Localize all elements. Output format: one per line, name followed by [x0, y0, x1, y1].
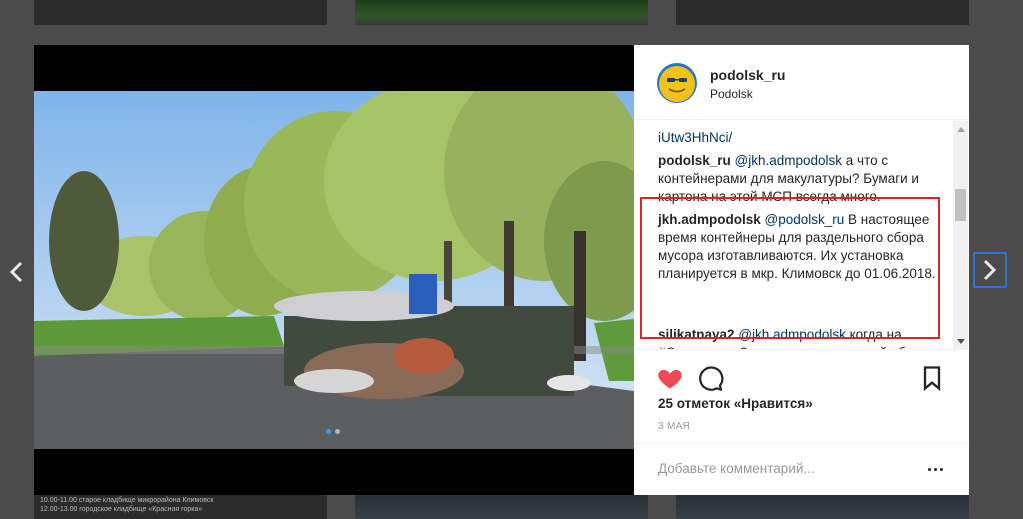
- scroll-up-icon[interactable]: [957, 127, 965, 132]
- comment-button[interactable]: [696, 364, 724, 392]
- comment: podolsk_ru @jkh.admpodolsk а что с конте…: [658, 152, 948, 206]
- comment-icon: [699, 366, 724, 391]
- heart-icon: [658, 369, 682, 389]
- comments-scrollbar[interactable]: [953, 121, 968, 349]
- previous-post-button[interactable]: [1, 255, 31, 289]
- comment-mention[interactable]: @podolsk_ru: [765, 212, 845, 227]
- chevron-right-icon: [983, 259, 997, 281]
- comment-link[interactable]: iUtw3HhNci/: [658, 130, 732, 145]
- carousel-indicator: [326, 429, 340, 434]
- post-username[interactable]: podolsk_ru: [710, 67, 785, 83]
- comment-username[interactable]: jkh.admpodolsk: [658, 212, 761, 227]
- caption-line: 10.00-11.00 старое кладбище микрорайона …: [40, 497, 214, 504]
- scrollbar-thumb[interactable]: [955, 189, 966, 221]
- comment: silikatnaya2 @jkh.admpodolsk когда на #С…: [658, 326, 948, 349]
- carousel-dot[interactable]: [335, 429, 340, 434]
- more-icon: [934, 467, 937, 471]
- add-comment-section: [634, 443, 969, 495]
- background-caption: 10.00-11.00 старое кладбище микрорайона …: [40, 496, 213, 514]
- background-tile: [355, 494, 648, 519]
- bookmark-icon: [923, 366, 941, 391]
- post-side-panel: podolsk_ru Podolsk у ... iUtw3HhNci/ pod…: [634, 45, 969, 495]
- post-media[interactable]: [34, 45, 634, 495]
- background-tile: [676, 0, 969, 25]
- like-button[interactable]: [656, 364, 684, 392]
- comments-list[interactable]: у ... iUtw3HhNci/ podolsk_ru @jkh.admpod…: [634, 121, 969, 349]
- post-photo: [34, 91, 634, 449]
- post-date: 3 МАЯ: [658, 421, 691, 432]
- scroll-down-icon[interactable]: [957, 339, 965, 344]
- background-tile: [676, 494, 969, 519]
- post-location[interactable]: Podolsk: [710, 87, 753, 101]
- next-post-button[interactable]: [973, 252, 1007, 288]
- comment-username[interactable]: podolsk_ru: [658, 153, 731, 168]
- more-icon: [940, 467, 943, 471]
- post-modal: podolsk_ru Podolsk у ... iUtw3HhNci/ pod…: [34, 45, 969, 495]
- comment-mention[interactable]: @jkh.admpodolsk: [738, 327, 846, 342]
- background-tile: [34, 0, 327, 25]
- likes-count[interactable]: 25 отметок «Нравится»: [658, 396, 813, 411]
- background-tile: [355, 0, 648, 25]
- post-header: podolsk_ru Podolsk: [634, 45, 969, 120]
- comment-fragment: у ... iUtw3HhNci/: [658, 121, 948, 147]
- comment-input[interactable]: [658, 458, 908, 478]
- more-options-button[interactable]: [928, 460, 948, 478]
- comment-mention[interactable]: @jkh.admpodolsk: [735, 153, 843, 168]
- more-icon: [928, 467, 931, 471]
- comment: jkh.admpodolsk @podolsk_ru В настоящее в…: [658, 211, 948, 283]
- bookmark-button[interactable]: [918, 364, 946, 392]
- caption-line: 12.00-13.00 городское кладбище «Красная …: [40, 506, 203, 513]
- carousel-dot[interactable]: [326, 429, 331, 434]
- avatar-smiley-icon: [657, 63, 697, 103]
- comment-username[interactable]: silikatnaya2: [658, 327, 735, 342]
- chevron-left-icon: [9, 261, 23, 283]
- avatar[interactable]: [657, 63, 697, 103]
